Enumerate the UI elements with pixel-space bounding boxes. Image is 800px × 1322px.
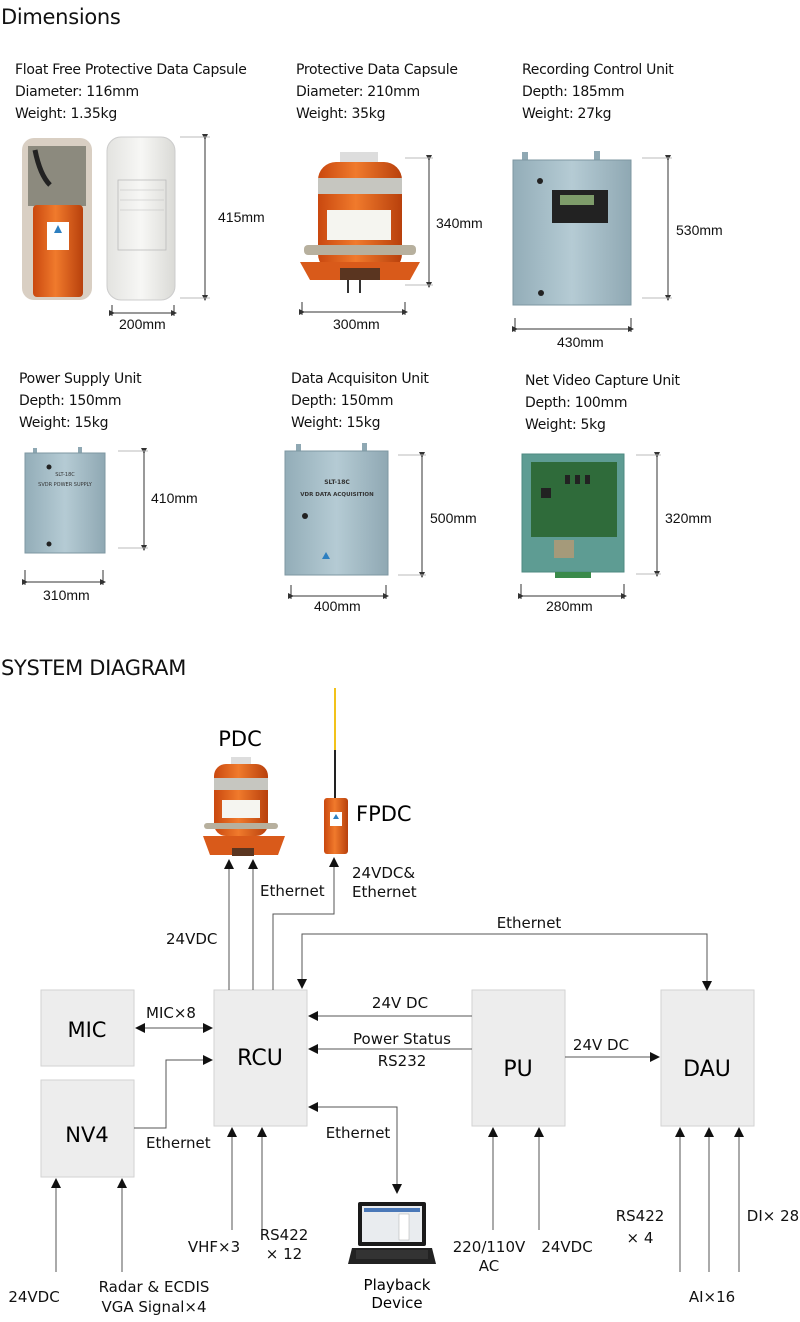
nvcu-image [521,453,625,578]
rcu-height-label: 530mm [676,222,723,238]
psu-name-label: SVDR POWER SUPPLY [38,482,93,488]
playback-laptop-image: Playback Device [348,1202,436,1312]
dau-rs422-label-1: RS422 [616,1207,665,1225]
dau-height-label: 500mm [430,510,477,526]
dau-node: DAU [660,989,755,1127]
mic-link-label: MIC×8 [146,1004,196,1022]
pdc-image [300,152,420,293]
dau-label: DAU [683,1057,731,1082]
rcu-fpdc-line [272,857,339,990]
nv4-power-input-label: 24VDC [8,1288,59,1306]
psu-model-label: SLT-18C [55,472,75,478]
rcu-dau-ethernet-line [297,933,712,991]
vhf-input-label: VHF×3 [188,1238,240,1256]
rcu-label: RCU [237,1046,283,1071]
mic-label: MIC [68,1018,107,1042]
ac-input-label-2: AC [479,1257,499,1275]
playback-ethernet-label: Ethernet [326,1124,391,1142]
mic-node: MIC [40,989,135,1067]
pu-node: PU [471,989,566,1127]
rcu-width-label: 430mm [557,334,604,350]
dau-di-label: DI× 28 [747,1207,799,1225]
dau-name-label: VDR DATA ACQUISITION [300,492,374,498]
pu-dc-input-label: 24VDC [541,1238,592,1256]
nv4-node: NV4 [40,1079,135,1178]
radar-input-label-2: VGA Signal×4 [101,1298,206,1316]
pdc-label: PDC [218,727,262,751]
pdc-ethernet-label: Ethernet [260,882,325,900]
dau-width-label: 400mm [314,598,361,614]
fpdc-label: FPDC [356,802,412,826]
nv4-ethernet-label: Ethernet [146,1134,211,1152]
dau-image: SLT-18C VDR DATA ACQUISITION [284,443,389,576]
rs422-input-label-2: × 12 [266,1245,302,1263]
rcu-image [512,151,632,306]
nv4-rcu-line [134,1055,213,1129]
dau-model-label: SLT-18C [324,479,350,486]
nv4-label: NV4 [65,1123,108,1147]
pu-label: PU [503,1057,532,1082]
ac-input-label-1: 220/110V [453,1238,526,1256]
ffpdc-height-label: 415mm [218,209,265,225]
dau-ethernet-label: Ethernet [497,914,562,932]
psu-height-label: 410mm [151,490,198,506]
pu-power-label: 24V DC [372,994,428,1012]
psu-width-label: 310mm [43,587,90,603]
pu-status-label-2: RS232 [378,1052,427,1070]
nvcu-height-label: 320mm [665,510,712,526]
fpdc-link-label-1: 24VDC& [352,864,415,882]
pdc-node-image: PDC [203,727,285,856]
pu-status-label-1: Power Status [353,1030,451,1048]
fpdc-node-image: FPDC [324,688,412,854]
pdc-width-label: 300mm [333,316,380,332]
pdc-power-label: 24VDC [166,930,217,948]
fpdc-link-label-2: Ethernet [352,883,417,901]
psu-image: SLT-18C SVDR POWER SUPPLY [24,447,106,554]
pdc-height-label: 340mm [436,215,483,231]
pu-dau-power-label: 24V DC [573,1036,629,1054]
rs422-input-label-1: RS422 [260,1226,309,1244]
system-diagram: MIC NV4 RCU PU DAU PDC FPDC Playback Dev… [8,688,799,1316]
nvcu-width-label: 280mm [546,598,593,614]
radar-input-label-1: Radar & ECDIS [99,1278,210,1296]
ffpdc-closed-image [106,136,176,301]
rcu-playback-line [308,1102,402,1194]
dau-rs422-label-2: × 4 [627,1229,654,1247]
system-diagram-title: SYSTEM DIAGRAM [1,656,187,680]
ffpdc-width-label: 200mm [119,316,166,332]
rcu-node: RCU [213,989,308,1127]
ffpdc-open-image [22,138,92,300]
playback-label-line2: Device [371,1294,422,1312]
dau-ai-label: AI×16 [689,1288,735,1306]
playback-label-line1: Playback [364,1276,431,1294]
